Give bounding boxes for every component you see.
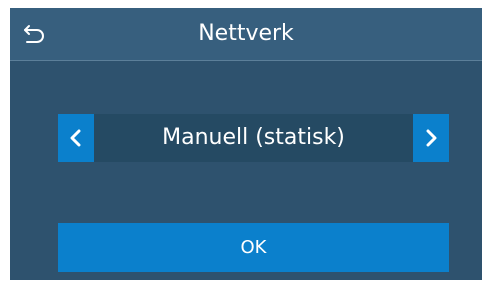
previous-option-button[interactable] [58, 114, 94, 162]
header-bar: Nettverk [10, 8, 482, 61]
selected-network-mode: Manuell (statisk) [162, 125, 345, 150]
next-option-button[interactable] [413, 114, 449, 162]
back-arrow-icon [24, 25, 44, 43]
back-button[interactable] [20, 19, 50, 49]
network-mode-selector: Manuell (statisk) [58, 114, 449, 162]
ok-button[interactable]: OK [58, 223, 449, 272]
chevron-right-icon [426, 129, 437, 147]
page-title: Nettverk [198, 21, 294, 46]
chevron-left-icon [70, 129, 81, 147]
network-settings-screen: Nettverk Manuell (statisk) OK [10, 8, 482, 280]
